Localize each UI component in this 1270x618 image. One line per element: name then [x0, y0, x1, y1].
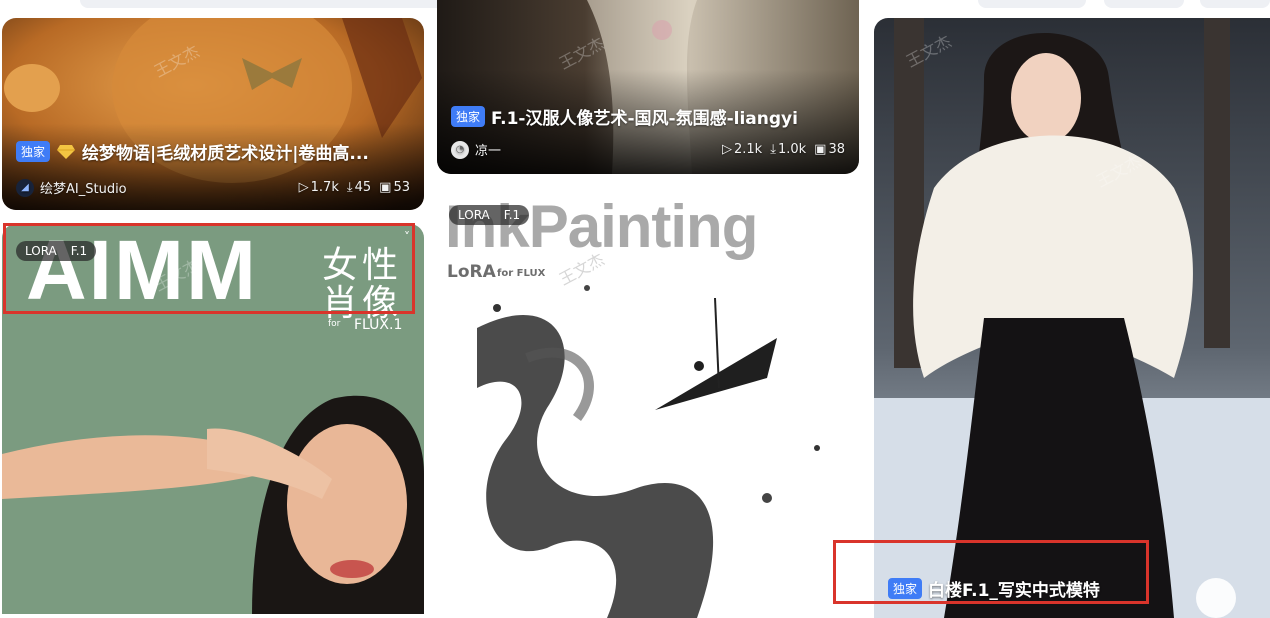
card-meta: ◔ 凉一 ▷ 2.1k ⤓ 1.0k ▣ 38: [451, 140, 845, 159]
author-name: 凉一: [475, 144, 502, 159]
filter-chip[interactable]: [1104, 0, 1184, 8]
card-title: F.1-汉服人像艺术-国风-氛围感-liangyi: [491, 109, 798, 129]
card-title-row: 独家 绘梦物语|毛绒材质艺术设计|卷曲高...: [16, 139, 369, 164]
model-card[interactable]: 王文杰 王文杰 独家 白楼F.1_写实中式模特: [874, 18, 1270, 618]
downloads-count: 1.0k: [777, 142, 807, 157]
cover-subtitle: FLUX.1: [354, 317, 403, 333]
avatar: ◢: [16, 178, 34, 197]
search-bar[interactable]: [80, 0, 475, 8]
images-count: 53: [393, 180, 410, 195]
cover-subtitle-for: for: [328, 319, 341, 329]
author-name: 绘梦AI_Studio: [40, 182, 127, 197]
scroll-top-button[interactable]: [1196, 578, 1236, 618]
card-stats: ▷ 2.1k ⤓ 1.0k ▣ 38: [722, 142, 845, 157]
card-stats: ▷ 1.7k ⤓ 45 ▣ 53: [299, 180, 410, 195]
cover-subtitle: LoRA: [447, 262, 496, 282]
play-icon: ▷: [298, 180, 309, 195]
exclusive-badge: 独家: [451, 106, 486, 127]
card-title: 绘梦物语|毛绒材质艺术设计|卷曲高...: [82, 144, 369, 164]
card-meta: ◢ 绘梦AI_Studio ▷ 1.7k ⤓ 45 ▣ 53: [16, 178, 410, 197]
tag-version: F.1: [503, 208, 521, 222]
highlight-box: [833, 540, 1149, 604]
cover-title: InkPainting: [445, 193, 758, 260]
model-card[interactable]: InkPainting LoRA for FLUX LORA F.1 王文杰: [437, 188, 859, 618]
exclusive-badge: 独家: [16, 141, 51, 162]
avatar: ◔: [451, 140, 469, 159]
filter-chip[interactable]: [1200, 0, 1270, 8]
model-card[interactable]: 王文杰 独家 F.1-汉服人像艺术-国风-氛围感-liangyi ◔ 凉一 ▷ 2…: [437, 0, 859, 174]
image-icon: ▣: [379, 180, 392, 195]
cover-subtitle-for: for FLUX: [497, 268, 546, 279]
cover-image: [874, 18, 1270, 618]
card-title-row: 独家 F.1-汉服人像艺术-国风-氛围感-liangyi: [451, 104, 798, 129]
author[interactable]: ◢ 绘梦AI_Studio: [16, 178, 299, 197]
views-count: 1.7k: [310, 180, 339, 195]
image-icon: ▣: [814, 142, 827, 157]
model-tags: LORA F.1: [449, 205, 530, 225]
gem-icon: [57, 144, 76, 159]
download-icon: ⤓: [346, 180, 353, 195]
filter-chip[interactable]: [978, 0, 1086, 8]
play-icon: ▷: [722, 142, 732, 157]
model-card[interactable]: 王文杰 独家 绘梦物语|毛绒材质艺术设计|卷曲高... ◢ 绘梦AI_Studi…: [2, 18, 424, 210]
images-count: 38: [828, 142, 845, 157]
views-count: 2.1k: [734, 142, 763, 157]
highlight-box: [3, 223, 415, 314]
author[interactable]: ◔ 凉一: [451, 140, 722, 159]
downloads-count: 45: [354, 180, 372, 195]
download-icon: ⤓: [770, 142, 776, 157]
tag-type: LORA: [458, 208, 490, 222]
